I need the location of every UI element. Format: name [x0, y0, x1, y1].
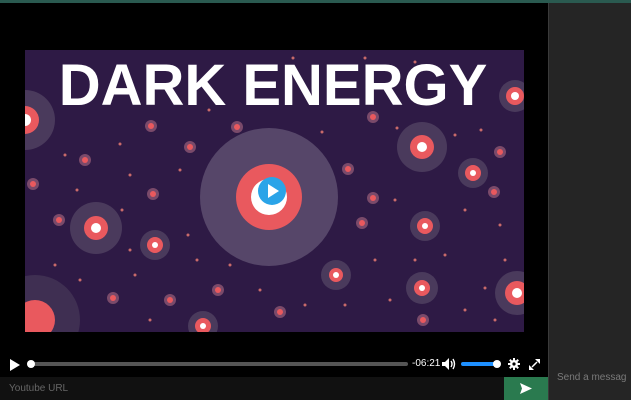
settings-button[interactable]: [507, 357, 521, 371]
video-title-overlay: DARK ENERGY: [59, 53, 488, 118]
progress-track[interactable]: [30, 362, 408, 366]
chat-panel: [548, 3, 631, 400]
send-button[interactable]: [504, 377, 548, 400]
send-icon: [520, 383, 532, 394]
fullscreen-icon: [528, 358, 540, 370]
play-button[interactable]: [8, 358, 22, 372]
fullscreen-button[interactable]: [527, 357, 541, 371]
volume-button[interactable]: [441, 357, 457, 371]
progress-handle[interactable]: [27, 360, 35, 368]
play-icon: [10, 359, 20, 371]
youtube-url-input[interactable]: [0, 377, 504, 400]
video-frame[interactable]: DARK ENERGY: [25, 50, 524, 332]
volume-handle[interactable]: [493, 360, 501, 368]
volume-icon: [442, 358, 456, 370]
time-remaining: -06:21: [412, 358, 441, 369]
player-controls: -06:21: [0, 350, 548, 378]
chat-message-input[interactable]: [553, 367, 631, 387]
url-bar: [0, 377, 548, 400]
volume-track[interactable]: [461, 362, 497, 366]
video-thumbnail: DARK ENERGY: [25, 50, 524, 332]
gear-icon: [508, 358, 520, 370]
video-player[interactable]: DARK ENERGY -06:21: [0, 3, 548, 377]
